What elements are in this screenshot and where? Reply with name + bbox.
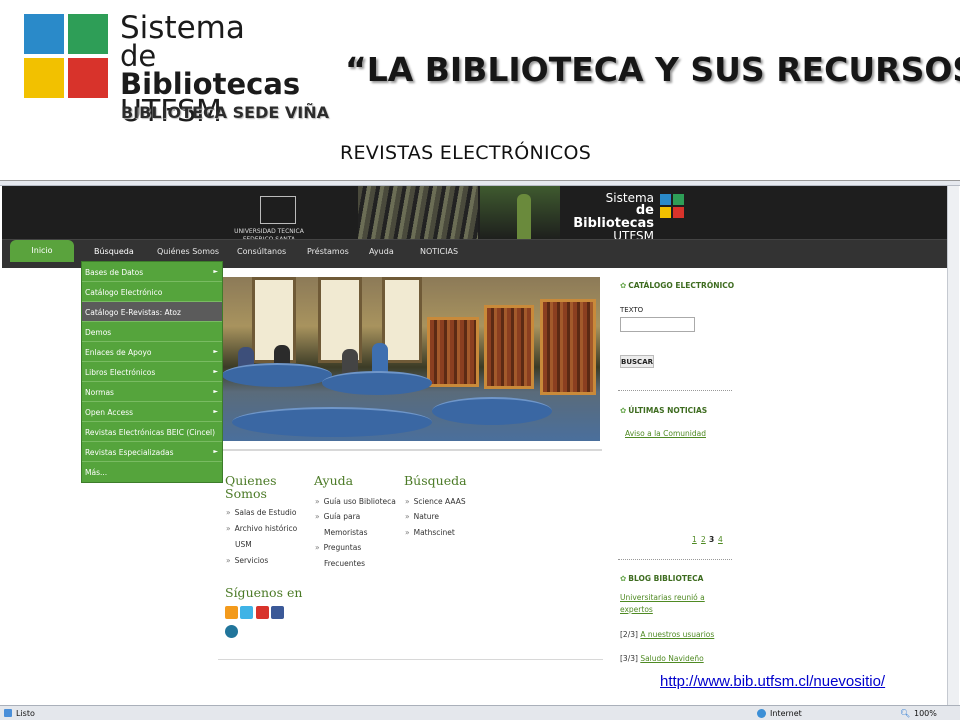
- buscar-button[interactable]: BUSCAR: [620, 355, 654, 368]
- submenu-arrow-icon: ►: [213, 368, 218, 375]
- blog-item-2: [2/3] A nuestros usuarios: [620, 630, 715, 639]
- blog-item-3: [3/3] Saludo Navideño: [620, 654, 704, 663]
- menu-item-revistas-beic[interactable]: Revistas Electrónicas BEIC (Cincel): [82, 422, 222, 442]
- pager-4[interactable]: 4: [718, 535, 723, 544]
- menu-item-normas[interactable]: Normas ►: [82, 382, 222, 402]
- link-blog-3[interactable]: Saludo Navideño: [640, 654, 703, 663]
- zone-text: Internet: [770, 709, 802, 718]
- status-text: Listo: [16, 709, 35, 718]
- nav-consultanos[interactable]: Consúltanos: [237, 247, 286, 256]
- col-title-quienes-somos: Quienes Somos: [225, 473, 277, 501]
- menu-item-enlaces-de-apoyo[interactable]: Enlaces de Apoyo ►: [82, 342, 222, 362]
- globe-icon: [757, 709, 766, 718]
- facebook-icon[interactable]: [271, 606, 284, 619]
- link-aviso-comunidad[interactable]: Aviso a la Comunidad: [625, 429, 706, 438]
- sidebar-divider-2: [618, 559, 732, 560]
- nav-noticias[interactable]: NOTICIAS: [420, 247, 458, 256]
- submenu-arrow-icon: ►: [213, 348, 218, 355]
- catalog-search-input[interactable]: [620, 317, 695, 332]
- divider: [222, 449, 602, 451]
- col-title-busqueda: Búsqueda: [404, 473, 467, 488]
- site-url[interactable]: http://www.bib.utfsm.cl/nuevositio/: [660, 673, 885, 690]
- twitter-icon[interactable]: [240, 606, 253, 619]
- submenu-arrow-icon: ►: [213, 448, 218, 455]
- browser-status-bar: Listo Internet 🔍︎ 100%: [0, 705, 960, 720]
- menu-item-revistas-especializadas[interactable]: Revistas Especializadas ►: [82, 442, 222, 462]
- menu-item-bases-de-datos[interactable]: Bases de Datos ►: [82, 262, 222, 282]
- submenu-arrow-icon: ►: [213, 268, 218, 275]
- submenu-arrow-icon: ►: [213, 388, 218, 395]
- link-salas-de-estudio[interactable]: » Salas de Estudio: [226, 508, 296, 517]
- menu-item-catalogo-e-revistas[interactable]: Catálogo E-Revistas: Atoz: [82, 302, 222, 322]
- vertical-scrollbar[interactable]: [947, 186, 959, 705]
- nav-inicio[interactable]: Inicio: [10, 240, 74, 262]
- texto-label: TEXTO: [620, 306, 644, 314]
- menu-item-libros-electronicos[interactable]: Libros Electrónicos ►: [82, 362, 222, 382]
- library-photo: [222, 277, 600, 441]
- link-guia-uso-biblioteca[interactable]: » Guía uso Biblioteca: [315, 497, 396, 506]
- menu-item-demos[interactable]: Demos: [82, 322, 222, 342]
- link-usm[interactable]: USM: [235, 540, 252, 549]
- pager-2[interactable]: 2: [701, 535, 706, 544]
- header-photo-2: [480, 186, 560, 242]
- footer-divider: [218, 659, 603, 660]
- link-guia-para[interactable]: » Guía para: [315, 512, 360, 521]
- sede-label: BIBLIOTECA SEDE VIÑA: [121, 103, 329, 122]
- nav-ayuda[interactable]: Ayuda: [369, 247, 394, 256]
- catalogo-heading: ✿ CATÁLOGO ELECTRÓNICO: [620, 281, 735, 290]
- slide: Sistema de Bibliotecas UTFSM BIBLIOTECA …: [0, 0, 960, 720]
- sistema-bibliotecas-logo: Sistema de Bibliotecas UTFSM: [24, 10, 324, 127]
- usm-crest-icon: [260, 196, 296, 224]
- pager-1[interactable]: 1: [692, 535, 697, 544]
- logo-squares-icon: [24, 14, 110, 100]
- rss-icon[interactable]: [225, 606, 238, 619]
- pager-3[interactable]: 3: [709, 535, 714, 544]
- submenu-arrow-icon: ►: [213, 408, 218, 415]
- slide-title: “LA BIBLIOTECA Y SUS RECURSOS”: [345, 50, 960, 89]
- link-blog-2[interactable]: A nuestros usuarios: [640, 630, 714, 639]
- logo-line-1: Sistema: [120, 10, 245, 46]
- youtube-icon[interactable]: [256, 606, 269, 619]
- menu-item-catalogo-electronico[interactable]: Catálogo Electrónico: [82, 282, 222, 302]
- blog-heading: ✿ BLOG BIBLIOTECA: [620, 574, 704, 583]
- nav-prestamos[interactable]: Préstamos: [307, 247, 349, 256]
- busqueda-dropdown-menu: Bases de Datos ► Catálogo Electrónico Cat…: [81, 261, 223, 483]
- header-photo: [358, 186, 478, 242]
- site-logo[interactable]: Sistema de Bibliotecas UTFSM: [562, 192, 712, 242]
- link-preguntas[interactable]: » Preguntas: [315, 543, 361, 552]
- nav-busqueda[interactable]: Búsqueda: [94, 247, 134, 256]
- link-memoristas[interactable]: Memoristas: [324, 528, 368, 537]
- ie-page-icon: [4, 709, 12, 717]
- sidebar-divider: [618, 390, 732, 391]
- link-blog-1b[interactable]: expertos: [620, 605, 653, 614]
- link-nature[interactable]: » Nature: [405, 512, 439, 521]
- menu-item-open-access[interactable]: Open Access ►: [82, 402, 222, 422]
- leaf-icon: ✿: [620, 281, 627, 290]
- zoom-icon: 🔍︎: [900, 709, 911, 718]
- siguenos-title: Síguenos en: [225, 585, 303, 600]
- wordpress-icon[interactable]: [225, 625, 238, 638]
- slide-subtitle: REVISTAS ELECTRÓNICOS: [340, 142, 592, 164]
- site-logo-line-2: de Bibliotecas: [573, 203, 654, 231]
- link-frecuentes[interactable]: Frecuentes: [324, 559, 365, 568]
- link-science-aaas[interactable]: » Science AAAS: [405, 497, 466, 506]
- leaf-icon: ✿: [620, 574, 627, 583]
- link-servicios[interactable]: » Servicios: [226, 556, 268, 565]
- browser-screenshot: UNIVERSIDAD TECNICA FEDERICO SANTA MARIA…: [0, 180, 960, 720]
- noticias-heading: ✿ ÚLTIMAS NOTICIAS: [620, 406, 708, 415]
- leaf-icon: ✿: [620, 406, 627, 415]
- col-title-ayuda: Ayuda: [314, 473, 354, 488]
- menu-item-mas[interactable]: Más...: [82, 462, 222, 482]
- nav-quienes-somos[interactable]: Quiénes Somos: [157, 247, 219, 256]
- link-archivo-historico[interactable]: » Archivo histórico: [226, 524, 297, 533]
- link-mathscinet[interactable]: » Mathscinet: [405, 528, 455, 537]
- zoom-level[interactable]: 100%: [914, 709, 937, 718]
- link-blog-1a[interactable]: Universitarias reunió a: [620, 593, 705, 602]
